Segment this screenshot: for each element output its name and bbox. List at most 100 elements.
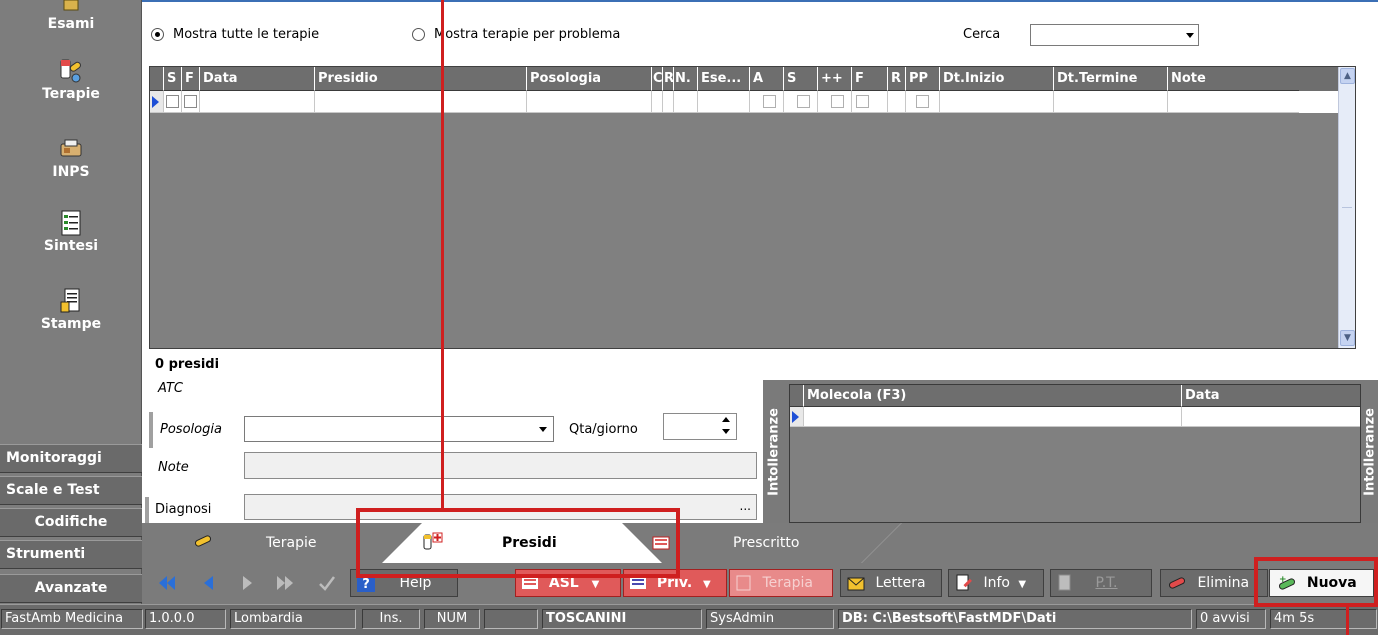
cell-posologia[interactable] xyxy=(527,91,652,113)
intol-col-data[interactable]: Data xyxy=(1182,385,1360,407)
scroll-down-icon[interactable]: ▼ xyxy=(1340,330,1355,346)
sidebar-item-terapie[interactable]: Terapie xyxy=(0,58,142,102)
grid-col-plusplus[interactable]: ++ xyxy=(818,67,852,91)
checkbox-plusplus[interactable] xyxy=(831,95,844,108)
first-record-icon[interactable] xyxy=(158,574,176,592)
status-avvisi[interactable]: 0 avvisi xyxy=(1196,609,1266,629)
letter-icon xyxy=(847,577,865,591)
checkbox-pp[interactable] xyxy=(916,95,929,108)
grid-col-r2[interactable]: R xyxy=(888,67,906,91)
cell-dt-inizio[interactable] xyxy=(940,91,1054,113)
table-row[interactable] xyxy=(790,407,1360,427)
radio-show-all-therapies[interactable] xyxy=(151,28,164,41)
terapia-button[interactable]: Terapia xyxy=(729,569,833,597)
next-record-icon[interactable] xyxy=(238,574,256,592)
sidebar-item-sintesi[interactable]: Sintesi xyxy=(0,210,142,254)
cell-presidio[interactable] xyxy=(315,91,527,113)
cell-note[interactable] xyxy=(1168,91,1299,113)
tab-prescritto-label: Prescritto xyxy=(733,535,800,551)
cell-plusplus xyxy=(818,91,852,113)
cell-n[interactable] xyxy=(674,91,698,113)
stepper-up-icon[interactable] xyxy=(722,417,730,422)
sidebar-item-esami[interactable]: Esami xyxy=(0,0,142,32)
last-record-icon[interactable] xyxy=(276,574,294,592)
cell-r2[interactable] xyxy=(888,91,906,113)
cell-molecola[interactable] xyxy=(804,407,1182,427)
diagnosi-browse-button[interactable]: ... xyxy=(740,499,751,513)
cell-ese[interactable] xyxy=(698,91,750,113)
grid-header: S F Data Presidio Posologia C R N. Ese..… xyxy=(150,67,1339,91)
scroll-up-icon[interactable]: ▲ xyxy=(1340,68,1355,84)
inps-icon xyxy=(60,139,82,157)
qta-giorno-stepper[interactable] xyxy=(663,413,737,440)
diagnosi-marker xyxy=(145,497,149,523)
grid-col-pp[interactable]: PP xyxy=(906,67,940,91)
info-edit-icon xyxy=(956,574,972,591)
row-pointer-icon xyxy=(152,96,159,108)
grid-col-c[interactable]: C xyxy=(652,67,663,91)
grid-col-dt-termine[interactable]: Dt.Termine xyxy=(1054,67,1168,91)
posologia-combo[interactable] xyxy=(244,416,554,442)
cell-dt-termine[interactable] xyxy=(1054,91,1168,113)
checkbox-f[interactable] xyxy=(184,95,197,108)
grid-col-presidio[interactable]: Presidio xyxy=(315,67,527,91)
lettera-button[interactable]: Lettera xyxy=(840,569,942,597)
grid-col-r[interactable]: R xyxy=(663,67,674,91)
radio-show-by-problem[interactable] xyxy=(412,28,425,41)
grid-col-posologia[interactable]: Posologia xyxy=(527,67,652,91)
sidebar-button-strumenti[interactable]: Strumenti xyxy=(0,540,142,569)
note-field[interactable] xyxy=(244,452,757,479)
sidebar-button-codifiche[interactable]: Codifiche xyxy=(0,508,142,537)
chevron-down-icon: ▼ xyxy=(591,579,600,590)
pill-icon xyxy=(194,535,212,547)
checkbox-s[interactable] xyxy=(166,95,179,108)
pt-button[interactable]: P.T. xyxy=(1050,569,1152,597)
grid-col-dt-inizio[interactable]: Dt.Inizio xyxy=(940,67,1054,91)
sidebar-button-avanzate[interactable]: Avanzate xyxy=(0,574,142,603)
elimina-button[interactable]: Elimina xyxy=(1160,569,1268,597)
elimina-button-label: Elimina xyxy=(1197,575,1250,591)
info-button[interactable]: Info ▼ xyxy=(948,569,1044,597)
grid-col-f2[interactable]: F xyxy=(852,67,888,91)
intolleranze-tab-left[interactable]: Intolleranze xyxy=(763,380,785,523)
checkbox-a[interactable] xyxy=(763,95,776,108)
annotation-box-presidi xyxy=(356,508,680,578)
grid-col-s2[interactable]: S xyxy=(784,67,818,91)
previous-record-icon[interactable] xyxy=(200,574,218,592)
sidebar-item-inps[interactable]: INPS xyxy=(0,136,142,180)
intolleranze-panel: Intolleranze Molecola (F3) Data Intoller… xyxy=(763,380,1378,523)
checkbox-f2[interactable] xyxy=(856,95,869,108)
confirm-check-icon[interactable] xyxy=(318,574,336,592)
intolleranze-tab-label: Intolleranze xyxy=(766,407,782,496)
stepper-down-icon[interactable] xyxy=(722,429,730,434)
note-label: Note xyxy=(158,460,189,475)
status-user: SysAdmin xyxy=(706,609,834,629)
grid-col-s[interactable]: S xyxy=(164,67,182,91)
table-row[interactable] xyxy=(150,91,1339,113)
intolleranze-tab-right[interactable]: Intolleranze xyxy=(1361,380,1378,523)
grid-col-f[interactable]: F xyxy=(182,67,200,91)
intolleranze-grid[interactable]: Molecola (F3) Data xyxy=(789,384,1361,523)
status-version: 1.0.0.0 xyxy=(145,609,226,629)
sidebar: Esami Terapie INPS Sintesi Stampe Monito… xyxy=(0,0,142,604)
annotation-line-presidi xyxy=(441,0,444,510)
status-bar: FastAmb Medicina 1.0.0.0 Lombardia Ins. … xyxy=(0,604,1378,635)
presidi-grid[interactable]: S F Data Presidio Posologia C R N. Ese..… xyxy=(149,66,1356,349)
grid-col-a[interactable]: A xyxy=(750,67,784,91)
chevron-down-icon: ▼ xyxy=(1018,579,1027,590)
cell-c[interactable] xyxy=(652,91,663,113)
grid-col-data[interactable]: Data xyxy=(200,67,315,91)
sidebar-button-scale-test[interactable]: Scale e Test xyxy=(0,476,142,505)
cell-r[interactable] xyxy=(663,91,674,113)
grid-col-note[interactable]: Note xyxy=(1168,67,1299,91)
sidebar-button-monitoraggi[interactable]: Monitoraggi xyxy=(0,444,142,473)
checkbox-s2[interactable] xyxy=(797,95,810,108)
cell-data[interactable] xyxy=(1182,407,1360,427)
grid-col-n[interactable]: N. xyxy=(674,67,698,91)
grid-vertical-scrollbar[interactable]: ▲ ▼ xyxy=(1338,67,1355,348)
intol-col-molecola[interactable]: Molecola (F3) xyxy=(804,385,1182,407)
search-combo[interactable] xyxy=(1030,24,1199,46)
sidebar-item-stampe[interactable]: Stampe xyxy=(0,288,142,332)
grid-col-ese[interactable]: Ese... xyxy=(698,67,750,91)
cell-data[interactable] xyxy=(200,91,315,113)
